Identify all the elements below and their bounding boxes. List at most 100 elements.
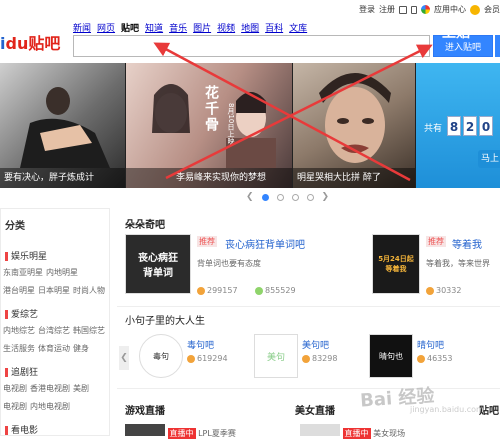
message-icon[interactable] — [399, 5, 407, 14]
carousel-dot-2[interactable] — [276, 193, 284, 201]
featured-card-1[interactable]: 丧心病狂 背单词 推荐 丧心病狂背单词吧 背单词也要有态度 299157 855… — [125, 234, 345, 304]
sidebar-link[interactable]: 体育运动 — [38, 344, 70, 353]
sidebar-link[interactable]: 时尚人物 — [73, 286, 105, 295]
card-thumbnail[interactable]: 毒句 — [139, 334, 183, 378]
login-link[interactable]: 登录 — [359, 4, 375, 15]
sidebar-link[interactable]: 电视剧 — [3, 402, 27, 411]
nav-tab-1[interactable]: 网页 — [97, 21, 115, 34]
sentence-row: 毒句 毒句吧 619294 美句 美句吧 83298 晴句也 晴句吧 46353 — [139, 334, 500, 380]
sidebar-link[interactable]: 港台明星 — [3, 286, 35, 295]
nav-tab-9[interactable]: 文库 — [289, 21, 307, 34]
sidebar-links-2a: 内地综艺 台湾综艺 韩国综艺 — [3, 325, 108, 336]
card-thumbnail[interactable]: 美句 — [254, 334, 298, 378]
nav-tab-4[interactable]: 音乐 — [169, 21, 187, 34]
game-live-card[interactable]: 直播中 LPL夏季赛 — [125, 424, 236, 439]
live-desc: LPL夏季赛 — [198, 429, 236, 438]
member-icon — [426, 286, 434, 295]
vip-icon[interactable] — [470, 4, 480, 15]
nav-tab-5[interactable]: 图片 — [193, 21, 211, 34]
member-count: 299157 — [197, 286, 238, 295]
nav-tab-2[interactable]: 贴吧 — [121, 21, 139, 34]
phone-icon[interactable] — [411, 5, 417, 14]
sidebar-link[interactable]: 内地电视剧 — [30, 402, 70, 411]
nav-tab-6[interactable]: 视频 — [217, 21, 235, 34]
baidu-tieba-logo[interactable]: idu贴吧 — [0, 30, 60, 54]
card-title[interactable]: 毒句吧 — [187, 338, 214, 351]
card-thumbnail[interactable]: 晴句也 — [369, 334, 413, 378]
card-title[interactable]: 美句吧 — [302, 338, 329, 351]
member-icon — [417, 354, 425, 363]
sidebar-link[interactable]: 美剧 — [73, 384, 89, 393]
carousel-prev-icon[interactable]: ❮ — [246, 192, 254, 202]
category-sidebar: 分类 娱乐明星 东南亚明星 内地明星 港台明星 日本明星 时尚人物 爱综艺 内地综艺台… — [0, 208, 110, 436]
logo-paw: du — [5, 34, 29, 53]
section-title-beauty-live: 美女直播 — [295, 406, 335, 417]
banner-slide-1[interactable]: 要有决心，胖子炼成计 — [0, 63, 125, 188]
section-title-sentence: 小句子里的大人生 — [125, 316, 205, 327]
nav-tab-8[interactable]: 百科 — [265, 21, 283, 34]
sidebar-section-2[interactable]: 爱综艺 — [5, 307, 38, 320]
post-count: 855529 — [255, 286, 296, 295]
card-thumbnail[interactable]: 5月24日起 等着我 — [372, 234, 420, 294]
carousel-dot-3[interactable] — [291, 193, 299, 201]
sidebar-links-3a: 电视剧 香港电视剧 美剧 — [3, 383, 92, 394]
sentence-card-2[interactable]: 美句 美句吧 83298 — [254, 334, 364, 378]
sidebar-link[interactable]: 生活服务 — [3, 344, 35, 353]
card-thumbnail[interactable]: 丧心病狂 背单词 — [125, 234, 191, 294]
vip-link[interactable]: 会员 — [484, 4, 500, 15]
banner-slide-3[interactable]: 明星哭相大比拼 醉了 — [293, 63, 415, 188]
app-center-icon[interactable] — [421, 5, 430, 14]
featured-card-2[interactable]: 5月24日起 等着我 推荐 等着我 等着我，等来世界 30332 — [372, 234, 500, 304]
carousel-dot-1[interactable] — [261, 193, 269, 201]
search-input[interactable] — [73, 35, 430, 57]
card-title[interactable]: 晴句吧 — [417, 338, 444, 351]
post-icon — [255, 286, 263, 295]
banner-caption-2: 李易峰来实现你的梦想 — [126, 168, 292, 188]
banner-caption-1: 要有决心，胖子炼成计 — [0, 168, 125, 188]
card-desc: 等着我，等来世界 — [426, 259, 490, 268]
sidebar-link[interactable]: 健身 — [73, 344, 89, 353]
carousel-dots: ❮ ❯ — [246, 192, 329, 202]
carousel-next-icon[interactable]: ❯ — [322, 192, 330, 202]
sidebar-link[interactable]: 电视剧 — [3, 384, 27, 393]
card-title[interactable]: 丧心病狂背单词吧 — [225, 236, 305, 251]
sidebar-section-4[interactable]: 看电影 — [5, 423, 38, 436]
nav-tab-7[interactable]: 地图 — [241, 21, 259, 34]
sidebar-link[interactable]: 内地综艺 — [3, 326, 35, 335]
ad-digit-3: 0 — [479, 116, 493, 136]
banner-slide-2[interactable]: 花千骨 8月10日上映 李易峰来实现你的梦想 — [126, 63, 292, 188]
app-center-link[interactable]: 应用中心 — [434, 4, 466, 15]
beauty-live-card[interactable]: 直播中 美女现场 — [300, 424, 406, 439]
sidebar-section-1[interactable]: 娱乐明星 — [5, 249, 47, 262]
main-panel: 朵朵奇吧 丧心病狂 背单词 推荐 丧心病狂背单词吧 背单词也要有态度 29915… — [117, 208, 500, 436]
member-icon — [197, 286, 205, 295]
sidebar-heading: 分类 — [5, 221, 25, 232]
section-title-game-live: 游戏直播 — [125, 406, 165, 417]
card-title[interactable]: 等着我 — [452, 236, 482, 251]
sidebar-links-2b: 生活服务 体育运动 健身 — [3, 343, 92, 354]
logo-brand: 贴吧 — [28, 34, 61, 53]
ad-go-button[interactable]: 马上 — [478, 150, 500, 168]
sidebar-section-3[interactable]: 追剧狂 — [5, 365, 38, 378]
carousel-dot-4[interactable] — [306, 193, 314, 201]
sentence-card-3[interactable]: 晴句也 晴句吧 46353 — [369, 334, 479, 378]
register-link[interactable]: 注册 — [379, 4, 395, 15]
sidebar-link[interactable]: 内地明星 — [46, 268, 78, 277]
sidebar-link[interactable]: 香港电视剧 — [30, 384, 70, 393]
sidebar-link[interactable]: 韩国综艺 — [73, 326, 105, 335]
nav-tab-3[interactable]: 知道 — [145, 21, 163, 34]
live-desc: 美女现场 — [373, 429, 406, 438]
watermark-url: jingyan.baidu.com — [410, 405, 484, 414]
sidebar-link[interactable]: 东南亚明星 — [3, 268, 43, 277]
sentence-card-1[interactable]: 毒句 毒句吧 619294 — [139, 334, 249, 378]
product-tabs: 新闻 网页 贴吧 知道 音乐 图片 视频 地图 百科 文库 — [73, 21, 307, 34]
sidebar-link[interactable]: 台湾综艺 — [38, 326, 70, 335]
search-secondary-button[interactable] — [495, 35, 500, 57]
section-divider — [117, 306, 500, 307]
section-title-duoduo: 朵朵奇吧 — [125, 220, 165, 231]
ad-digit-1: 8 — [447, 116, 461, 136]
nav-tab-0[interactable]: 新闻 — [73, 21, 91, 34]
row-prev-icon[interactable]: ❮ — [119, 346, 129, 370]
sidebar-link[interactable]: 日本明星 — [38, 286, 70, 295]
member-count: 619294 — [187, 354, 228, 363]
